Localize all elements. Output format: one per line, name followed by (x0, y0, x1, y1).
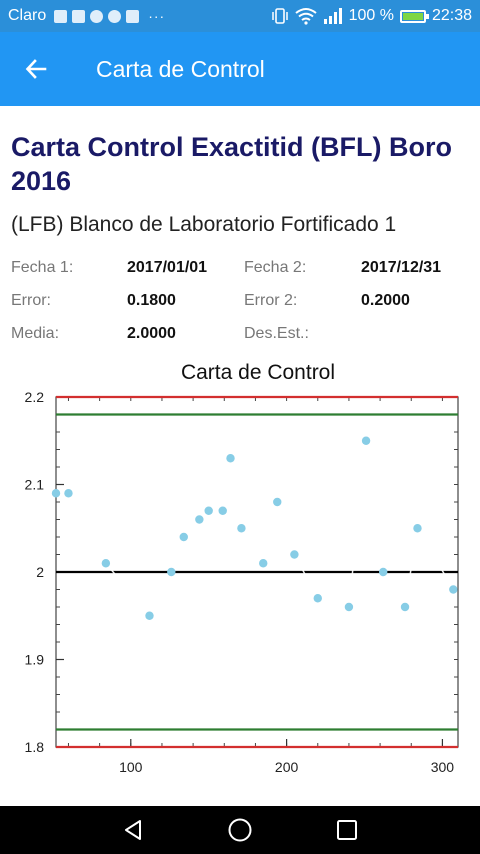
series-line (56, 440, 454, 618)
wifi-icon (294, 8, 317, 25)
info-grid: Fecha 1: 2017/01/01 Fecha 2: 2017/12/31 … (0, 249, 480, 349)
x-tick-label: 300 (431, 759, 455, 775)
y-tick-label: 1.9 (25, 652, 45, 668)
arrow-left-icon (25, 59, 47, 79)
control-chart-svg: Carta de Control 1.8 1.9 2 2.1 2.2 100 200 300 (25, 361, 459, 775)
carrier-name: Claro (8, 7, 47, 24)
data-point (195, 515, 204, 524)
usb-icon (72, 9, 86, 23)
contact-icon (126, 9, 140, 23)
desest-label: Des.Est.: (244, 325, 309, 342)
chart-plot-area: 1.8 1.9 2 2.1 2.2 100 200 300 (25, 389, 459, 775)
data-point (167, 567, 176, 577)
page-title: Carta Control Exactitid (BFL) Boro 2016 (11, 132, 453, 196)
main-content: Carta Control Exactitid (BFL) Boro 2016 … (0, 106, 480, 349)
back-triangle-icon (125, 820, 142, 840)
data-point (361, 436, 371, 445)
error2-value: 0.2000 (361, 292, 410, 309)
error2-label: Error 2: (244, 292, 298, 309)
data-point (218, 506, 227, 515)
overflow-indicator: ··· (148, 8, 166, 24)
error-value: 0.1800 (127, 292, 176, 309)
x-tick-label: 100 (119, 759, 143, 775)
data-point (237, 524, 246, 533)
recents-square-icon (336, 820, 357, 840)
data-point (313, 594, 322, 603)
fecha2-label: Fecha 2: (244, 259, 307, 276)
data-point (101, 559, 111, 568)
data-point (51, 489, 61, 498)
nav-home-button[interactable] (220, 810, 260, 850)
fecha1-label: Fecha 1: (11, 259, 74, 276)
x-tick-label: 200 (275, 759, 299, 775)
nav-recents-button[interactable] (327, 810, 367, 850)
media-value: 2.0000 (127, 325, 176, 342)
home-circle-icon (228, 818, 252, 842)
data-point (259, 559, 268, 568)
notification-icons: ··· (54, 8, 165, 24)
y-tick-label: 2 (36, 564, 44, 580)
data-point (344, 602, 354, 612)
google-icon (90, 9, 104, 23)
data-point (145, 611, 154, 620)
control-chart: Carta de Control 1.8 1.9 2 2.1 2.2 100 200 300 (0, 354, 480, 794)
media-label: Media: (11, 325, 60, 342)
y-tick-label: 2.2 (25, 389, 45, 405)
y-tick-label: 1.8 (25, 739, 45, 755)
system-nav-bar (0, 806, 480, 854)
gallery-icon (54, 9, 68, 23)
data-point (226, 454, 235, 463)
messenger-icon (108, 9, 122, 23)
data-point (204, 506, 213, 515)
nav-back-button[interactable] (113, 810, 153, 850)
data-point (179, 532, 188, 542)
signal-icon (323, 8, 342, 24)
vibrate-icon (271, 8, 288, 24)
back-button[interactable] (12, 45, 60, 93)
page-subtitle: (LFB) Blanco de Laboratorio Fortificado … (11, 213, 397, 236)
battery-charging-icon (399, 9, 429, 23)
error-label: Error: (11, 292, 51, 309)
data-point (273, 497, 282, 507)
chart-title: Carta de Control (181, 361, 335, 384)
data-point (449, 585, 458, 594)
data-point (64, 489, 73, 498)
data-point (379, 567, 388, 577)
clock: 22:38 (431, 7, 472, 24)
data-point (290, 550, 299, 559)
fecha1-value: 2017/01/01 (127, 259, 208, 276)
fecha2-value: 2017/12/31 (361, 259, 442, 276)
data-point (400, 602, 410, 612)
data-point (413, 524, 422, 533)
battery-percent: 100 % (348, 7, 394, 24)
app-bar: Carta de Control (0, 32, 480, 106)
app-bar-title: Carta de Control (96, 55, 265, 82)
status-bar: Claro ··· 100 % 22:38 (0, 0, 480, 32)
y-tick-label: 2.1 (25, 477, 45, 493)
